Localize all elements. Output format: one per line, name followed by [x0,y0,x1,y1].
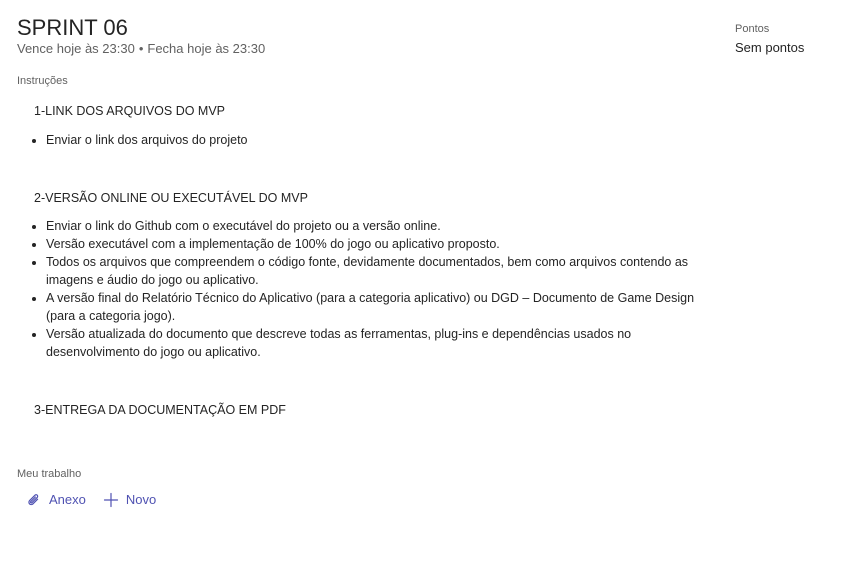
new-label: Novo [125,492,157,507]
list-item: Todos os arquivos que compreendem o códi… [46,253,706,289]
points-label: Pontos [735,23,770,35]
points-panel: Pontos Sem pontos [735,22,804,56]
close-date: Fecha hoje às 23:30 [147,41,266,56]
paperclip-icon [26,492,42,508]
section-title: 2-VERSÃO ONLINE OU EXECUTÁVEL DO MVP [34,191,308,205]
section-2-list: Enviar o link do Github com o executável… [27,217,706,361]
separator-dot: • [138,41,144,56]
list-item: Enviar o link do Github com o executável… [46,217,706,235]
instructions-label: Instruções [17,75,68,87]
list-item: Enviar o link dos arquivos do projeto [46,131,706,149]
list-item: Versão executável com a implementação de… [46,235,706,253]
section-title: 3-ENTREGA DA DOCUMENTAÇÃO EM PDF [34,403,286,417]
assignment-deadlines: Vence hoje às 23:30 • Fecha hoje às 23:30 [17,41,265,57]
points-value: Sem pontos [735,40,805,55]
my-work-actions: Anexo Novo [26,491,156,509]
attach-label: Anexo [49,492,86,507]
attach-button[interactable]: Anexo [26,491,86,509]
new-button[interactable]: Novo [103,491,156,509]
section-title: 1-LINK DOS ARQUIVOS DO MVP [34,104,226,118]
my-work-label: Meu trabalho [17,468,82,480]
due-date: Vence hoje às 23:30 [17,41,135,56]
section-1-list: Enviar o link dos arquivos do projeto [27,131,706,149]
assignment-title: SPRINT 06 [17,15,128,40]
list-item: Versão atualizada do documento que descr… [46,325,706,361]
plus-icon [103,492,119,508]
list-item: A versão final do Relatório Técnico do A… [46,289,706,325]
